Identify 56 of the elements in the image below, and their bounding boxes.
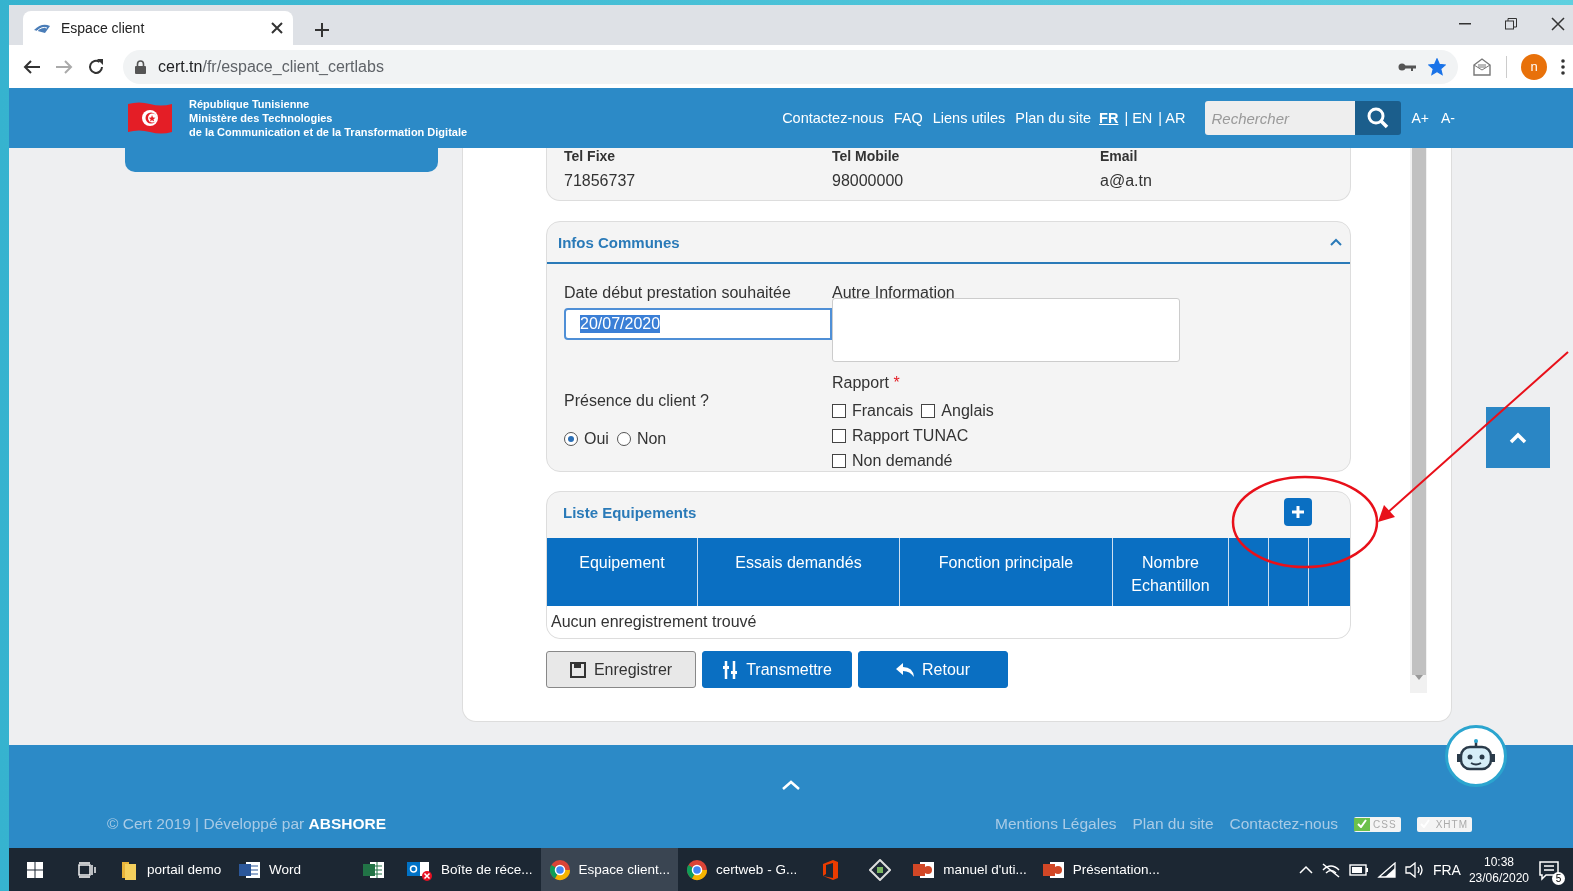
field-label: Autre Information xyxy=(832,284,956,303)
field-label: Tel Fixe xyxy=(564,148,617,164)
tab-title: Espace client xyxy=(61,20,146,36)
taskbar-item[interactable]: manuel d'uti... xyxy=(905,848,1035,891)
checkbox-label: Anglais xyxy=(941,401,994,420)
save-button[interactable]: Enregistrer xyxy=(546,651,696,688)
field-label: Rapport xyxy=(832,374,889,391)
taskbar-item[interactable]: Espace client... xyxy=(540,848,679,891)
clock[interactable]: 10:38 23/06/2020 xyxy=(1468,853,1529,886)
footer-link[interactable]: Plan du site xyxy=(1132,815,1214,833)
footer-link[interactable]: Mentions Légales xyxy=(995,815,1117,833)
checkbox-label: Non demandé xyxy=(852,451,953,470)
footer-link[interactable]: Contactez-nous xyxy=(1229,815,1339,833)
nav-link[interactable]: Contactez-nous xyxy=(782,110,884,126)
transmit-button[interactable]: Transmettre xyxy=(702,651,852,688)
field-label: Présence du client ? xyxy=(564,392,710,411)
search-field[interactable]: Rechercher xyxy=(1205,101,1356,135)
language-link[interactable]: FR xyxy=(1099,110,1119,126)
input-language[interactable]: FRA xyxy=(1432,861,1461,878)
panel-title: Infos Communes xyxy=(558,233,680,251)
panel-title: Liste Equipements xyxy=(563,503,697,521)
field-value: 71856737 xyxy=(564,172,637,190)
validation-badge[interactable]: XHTM xyxy=(1416,816,1472,832)
checkbox-label: Rapport TUNAC xyxy=(852,426,969,445)
back-button[interactable]: Retour xyxy=(858,651,1008,688)
profile-avatar[interactable]: n xyxy=(1521,53,1547,80)
font-size-button[interactable]: A+ xyxy=(1411,110,1429,126)
copyright-text: © Cert 2019 | Développé par ABSHORE xyxy=(107,815,387,833)
nav-link[interactable]: FAQ xyxy=(893,110,923,126)
nav-link[interactable]: Plan du site xyxy=(1015,110,1092,126)
taskbar-item[interactable]: certweb - G... xyxy=(678,848,806,891)
taskbar-item[interactable]: Word xyxy=(231,848,349,891)
language-link[interactable]: | AR xyxy=(1158,110,1186,126)
field-label: Date début prestation souhaitée xyxy=(564,284,792,303)
validation-badge[interactable]: CSS xyxy=(1354,816,1401,832)
date-field[interactable]: 20/07/2020 xyxy=(564,308,832,340)
url-text: cert.tn/fr/espace_client_certlabs xyxy=(158,57,385,76)
panel-header[interactable]: Infos Communes xyxy=(547,222,1350,264)
nav-link[interactable]: Liens utiles xyxy=(932,110,1006,126)
required-mark: * xyxy=(893,374,900,391)
radio-label: Non xyxy=(636,429,667,448)
taskbar-item[interactable]: portail demo xyxy=(113,848,231,891)
ministry-name: République Tunisienne Ministère des Technologies de la Communication et de la Transformation Digitale xyxy=(189,97,468,139)
font-size-button[interactable]: A- xyxy=(1441,110,1455,126)
field-label: Tel Mobile xyxy=(832,148,901,164)
radio-label: Oui xyxy=(584,429,609,448)
taskbar-item[interactable]: Boîte de réce... xyxy=(399,848,541,891)
field-value: 98000000 xyxy=(832,172,905,190)
language-link[interactable]: | EN xyxy=(1124,110,1153,126)
field-label: Email xyxy=(1100,148,1139,164)
browser-tab[interactable]: Espace client xyxy=(23,11,293,45)
address-bar[interactable]: cert.tn/fr/espace_client_certlabs xyxy=(123,49,1458,84)
checkbox-label: Francais xyxy=(852,401,914,420)
taskbar-item[interactable]: Présentation... xyxy=(1034,848,1168,891)
field-value: a@a.tn xyxy=(1100,172,1153,190)
empty-message: Aucun enregistrement trouvé xyxy=(547,606,1350,638)
